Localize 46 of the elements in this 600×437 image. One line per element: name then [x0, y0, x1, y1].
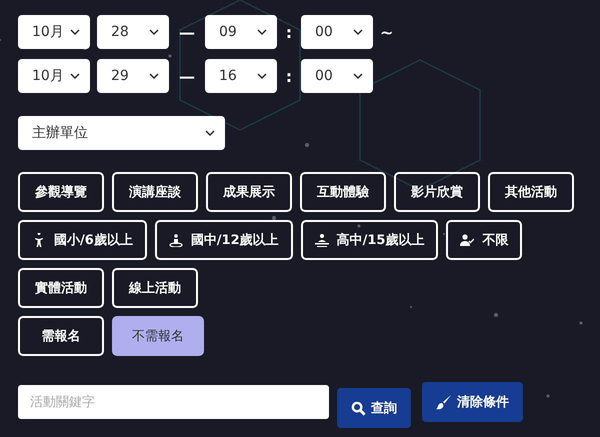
filter-button[interactable]: 國小/6歲以上 — [18, 220, 147, 260]
organizer-select[interactable]: 主辦單位 — [18, 116, 225, 150]
person-icon — [32, 233, 46, 247]
minute-select[interactable]: 00 — [301, 15, 373, 49]
chevron-icon — [70, 29, 80, 35]
chevron-icon — [70, 73, 80, 79]
chevron-icon — [353, 73, 363, 79]
filter-button[interactable]: 實體活動 — [18, 268, 104, 308]
chevron-icon — [149, 29, 159, 35]
chevron-icon — [257, 29, 267, 35]
person-icon — [460, 233, 474, 247]
filter-button[interactable]: 參觀導覽 — [18, 172, 104, 212]
colon: : — [284, 22, 294, 42]
day-select[interactable]: 28 — [97, 15, 169, 49]
minute-select[interactable]: 00 — [301, 59, 373, 93]
filter-button[interactable]: 互動體驗 — [300, 172, 386, 212]
filter-button[interactable]: 需報名 — [18, 316, 104, 356]
month-select[interactable]: 10月 — [18, 15, 90, 49]
brush-icon — [436, 394, 452, 410]
chevron-icon — [205, 130, 215, 136]
tilde: ~ — [380, 22, 394, 42]
chevron-icon — [257, 73, 267, 79]
filter-button[interactable]: 其他活動 — [488, 172, 574, 212]
filter-button[interactable]: 線上活動 — [112, 268, 198, 308]
day-select[interactable]: 29 — [97, 59, 169, 93]
dash: — — [178, 66, 196, 86]
filter-button[interactable]: 演講座談 — [112, 172, 198, 212]
chevron-icon — [353, 29, 363, 35]
person-icon — [314, 233, 329, 247]
chevron-icon — [149, 73, 159, 79]
keyword-field[interactable]: 活動關鍵字 — [18, 385, 329, 419]
search-icon — [351, 400, 366, 416]
month-select[interactable]: 10月 — [18, 59, 90, 93]
filter-button[interactable]: 影片欣賞 — [394, 172, 480, 212]
filter-button[interactable]: 國中/12歲以上 — [154, 220, 293, 260]
clear-button[interactable]: 清除條件 — [422, 382, 523, 422]
colon: : — [284, 66, 294, 86]
filter-button[interactable]: 成果展示 — [206, 172, 292, 212]
dash: — — [178, 22, 196, 42]
hour-select[interactable]: 09 — [205, 15, 277, 49]
search-button[interactable]: 查詢 — [337, 388, 411, 428]
filter-button[interactable]: 不需報名 — [112, 316, 204, 356]
hour-select[interactable]: 16 — [205, 59, 277, 93]
filter-button[interactable]: 不限 — [446, 220, 522, 260]
filter-button[interactable]: 高中/15歲以上 — [300, 220, 438, 260]
person-icon — [168, 233, 183, 247]
